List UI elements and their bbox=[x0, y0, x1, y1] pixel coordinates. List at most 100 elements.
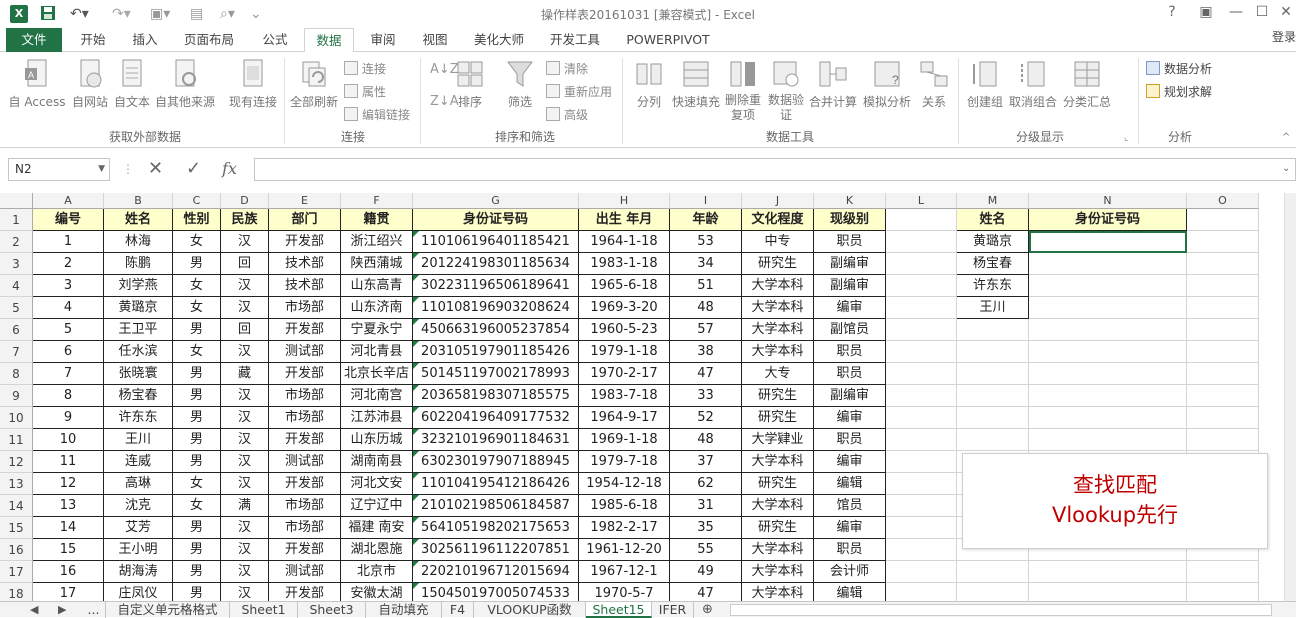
table-cell[interactable]: 编辑 bbox=[814, 473, 886, 495]
table-cell[interactable]: 许东东 bbox=[104, 407, 173, 429]
table-cell[interactable]: 男 bbox=[173, 385, 221, 407]
table-cell[interactable]: 630230197907188945 bbox=[413, 451, 579, 473]
row-header[interactable]: 16 bbox=[0, 539, 33, 561]
callout-textbox[interactable]: 查找匹配 Vlookup先行 bbox=[962, 453, 1268, 549]
column-header-b[interactable]: B bbox=[104, 193, 173, 209]
table-cell[interactable]: 开发部 bbox=[269, 363, 341, 385]
column-header-o[interactable]: O bbox=[1187, 193, 1259, 209]
sort-button[interactable]: 排序 bbox=[452, 58, 488, 110]
table-cell[interactable]: 31 bbox=[670, 495, 742, 517]
table-cell[interactable]: 汉 bbox=[221, 517, 269, 539]
table-cell[interactable]: 1969-1-18 bbox=[579, 429, 670, 451]
table-cell[interactable]: 湖北恩施 bbox=[341, 539, 413, 561]
table-cell[interactable]: 1983-7-18 bbox=[579, 385, 670, 407]
table-cell[interactable]: 2 bbox=[33, 253, 104, 275]
table-cell[interactable]: 33 bbox=[670, 385, 742, 407]
table-header-cell[interactable]: 姓名 bbox=[104, 209, 173, 231]
table-cell[interactable]: 10 bbox=[33, 429, 104, 451]
table-cell[interactable]: 13 bbox=[33, 495, 104, 517]
refresh-all-button[interactable]: 全部刷新 bbox=[288, 58, 340, 110]
table-cell[interactable]: 王小明 bbox=[104, 539, 173, 561]
table-cell[interactable]: 汉 bbox=[221, 429, 269, 451]
table-cell[interactable]: 刘学燕 bbox=[104, 275, 173, 297]
empty-cell[interactable] bbox=[1187, 583, 1259, 601]
table-cell[interactable]: 1967-12-1 bbox=[579, 561, 670, 583]
table-cell[interactable]: 49 bbox=[670, 561, 742, 583]
table-cell[interactable]: 北京长辛店 bbox=[341, 363, 413, 385]
table-cell[interactable]: 林海 bbox=[104, 231, 173, 253]
table-cell[interactable]: 52 bbox=[670, 407, 742, 429]
empty-cell[interactable] bbox=[1187, 363, 1259, 385]
table-cell[interactable]: 副编审 bbox=[814, 275, 886, 297]
table-cell[interactable]: 开发部 bbox=[269, 583, 341, 601]
table-cell[interactable]: 汉 bbox=[221, 451, 269, 473]
remove-duplicates-button[interactable]: 删除重复项 bbox=[722, 58, 764, 123]
table-cell[interactable]: 1970-2-17 bbox=[579, 363, 670, 385]
row-header[interactable]: 6 bbox=[0, 319, 33, 341]
table-cell[interactable]: 职员 bbox=[814, 231, 886, 253]
table-cell[interactable]: 陕西蒲城 bbox=[341, 253, 413, 275]
table-cell[interactable]: 110104195412186426 bbox=[413, 473, 579, 495]
table-cell[interactable]: 北京市 bbox=[341, 561, 413, 583]
table-header-cell[interactable]: 现级别 bbox=[814, 209, 886, 231]
table-cell[interactable]: 技术部 bbox=[269, 253, 341, 275]
empty-cell[interactable] bbox=[957, 319, 1029, 341]
empty-cell[interactable] bbox=[886, 473, 957, 495]
table-cell[interactable]: 大学本科 bbox=[742, 319, 814, 341]
lookup-header-cell[interactable]: 身份证号码 bbox=[1029, 209, 1187, 231]
clear-filter-button[interactable]: 清除 bbox=[546, 60, 588, 77]
column-header-h[interactable]: H bbox=[579, 193, 670, 209]
table-cell[interactable]: 1983-1-18 bbox=[579, 253, 670, 275]
table-cell[interactable]: 艾芳 bbox=[104, 517, 173, 539]
lookup-header-cell[interactable]: 姓名 bbox=[957, 209, 1029, 231]
empty-cell[interactable] bbox=[886, 407, 957, 429]
row-header[interactable]: 5 bbox=[0, 297, 33, 319]
table-header-cell[interactable]: 文化程度 bbox=[742, 209, 814, 231]
row-header[interactable]: 13 bbox=[0, 473, 33, 495]
table-cell[interactable]: 1965-6-18 bbox=[579, 275, 670, 297]
table-cell[interactable]: 6 bbox=[33, 341, 104, 363]
table-cell[interactable]: 开发部 bbox=[269, 473, 341, 495]
table-cell[interactable]: 大学本科 bbox=[742, 275, 814, 297]
tab-home[interactable]: 开始 bbox=[70, 28, 116, 52]
table-cell[interactable]: 14 bbox=[33, 517, 104, 539]
table-cell[interactable]: 回 bbox=[221, 319, 269, 341]
table-cell[interactable]: 110106196401185421 bbox=[413, 231, 579, 253]
group-button[interactable]: 创建组 bbox=[962, 58, 1008, 110]
table-cell[interactable]: 王卫平 bbox=[104, 319, 173, 341]
lookup-id-cell[interactable] bbox=[1029, 275, 1187, 297]
empty-cell[interactable] bbox=[1187, 341, 1259, 363]
table-cell[interactable]: 51 bbox=[670, 275, 742, 297]
table-cell[interactable]: 16 bbox=[33, 561, 104, 583]
table-cell[interactable]: 研究生 bbox=[742, 473, 814, 495]
table-cell[interactable]: 男 bbox=[173, 517, 221, 539]
empty-cell[interactable] bbox=[886, 583, 957, 601]
table-cell[interactable]: 市场部 bbox=[269, 385, 341, 407]
row-header[interactable]: 15 bbox=[0, 517, 33, 539]
empty-cell[interactable] bbox=[957, 385, 1029, 407]
table-cell[interactable]: 4 bbox=[33, 297, 104, 319]
table-cell[interactable]: 职员 bbox=[814, 363, 886, 385]
table-cell[interactable]: 女 bbox=[173, 275, 221, 297]
table-cell[interactable]: 48 bbox=[670, 429, 742, 451]
table-cell[interactable]: 编辑 bbox=[814, 583, 886, 601]
table-cell[interactable]: 564105198202175653 bbox=[413, 517, 579, 539]
empty-cell[interactable] bbox=[886, 341, 957, 363]
table-cell[interactable]: 市场部 bbox=[269, 517, 341, 539]
connections-button[interactable]: 连接 bbox=[344, 60, 386, 77]
empty-cell[interactable] bbox=[886, 363, 957, 385]
table-cell[interactable]: 602204196409177532 bbox=[413, 407, 579, 429]
empty-cell[interactable] bbox=[886, 209, 957, 231]
table-cell[interactable]: 大学本科 bbox=[742, 583, 814, 601]
help-icon[interactable]: ? bbox=[1162, 4, 1182, 20]
row-header[interactable]: 17 bbox=[0, 561, 33, 583]
table-cell[interactable]: 馆员 bbox=[814, 495, 886, 517]
table-cell[interactable]: 庄凤仪 bbox=[104, 583, 173, 601]
empty-cell[interactable] bbox=[886, 297, 957, 319]
table-cell[interactable]: 职员 bbox=[814, 539, 886, 561]
table-cell[interactable]: 汉 bbox=[221, 385, 269, 407]
table-cell[interactable]: 5 bbox=[33, 319, 104, 341]
table-cell[interactable]: 男 bbox=[173, 429, 221, 451]
tab-formulas[interactable]: 公式 bbox=[252, 28, 298, 52]
table-header-cell[interactable]: 出生 年月 bbox=[579, 209, 670, 231]
